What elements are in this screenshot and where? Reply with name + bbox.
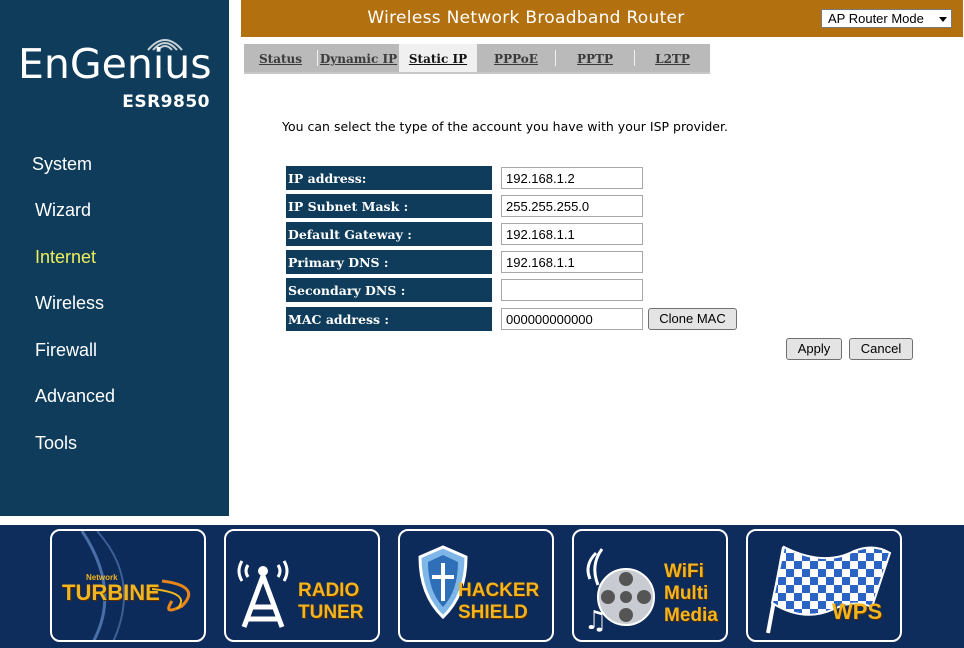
nav-wizard[interactable]: Wizard	[35, 200, 91, 221]
nav-wireless[interactable]: Wireless	[35, 293, 104, 314]
feature-wifi-multimedia: ♫ WiFi Multi Media	[572, 529, 728, 642]
media-line3: Media	[664, 605, 718, 626]
nav-firewall[interactable]: Firewall	[35, 340, 97, 361]
secondary-dns-input[interactable]	[501, 279, 643, 301]
feature-radio-tuner: RADIO TUNER	[224, 529, 380, 642]
sidebar: EnGenius ESR9850 System Wizard Internet …	[0, 0, 229, 516]
tab-bar: Status Dynamic IP Static IP PPPoE PPTP L…	[244, 44, 710, 74]
tab-dynamic-ip[interactable]: Dynamic IP	[318, 44, 399, 72]
nav-advanced[interactable]: Advanced	[35, 386, 115, 407]
film-reel-icon: ♫	[584, 548, 655, 635]
brand-logo: EnGenius	[18, 40, 212, 88]
default-gateway-label: Default Gateway :	[286, 222, 492, 246]
primary-dns-input[interactable]: 192.168.1.1	[501, 251, 643, 273]
mac-address-input[interactable]: 000000000000	[501, 308, 643, 330]
feature-wps: WPS	[746, 529, 902, 642]
mode-select-value: AP Router Mode	[828, 11, 924, 26]
cancel-button[interactable]: Cancel	[849, 338, 913, 360]
feature-turbine: Network TURBINE	[50, 529, 206, 642]
tab-static-ip[interactable]: Static IP	[399, 44, 477, 72]
intro-text: You can select the type of the account y…	[282, 119, 728, 134]
apply-button[interactable]: Apply	[786, 338, 842, 360]
nav-tools[interactable]: Tools	[35, 433, 77, 454]
page-title: Wireless Network Broadband Router	[367, 8, 685, 28]
ip-address-input[interactable]: 192.168.1.2	[501, 167, 643, 189]
tab-l2tp[interactable]: L2TP	[635, 44, 710, 72]
feature-banner: Network TURBINE RADIO TUNER HACKER SHIEL…	[0, 525, 964, 648]
header-bar: Wireless Network Broadband Router AP Rou…	[241, 0, 963, 37]
subnet-mask-label: IP Subnet Mask :	[286, 194, 492, 218]
radio-line2: TUNER	[298, 602, 364, 623]
tab-pppoe[interactable]: PPPoE	[477, 44, 555, 72]
mac-address-label: MAC address :	[286, 307, 492, 331]
media-line2: Multi	[664, 583, 709, 604]
turbine-label: TURBINE	[62, 580, 160, 605]
mode-select[interactable]: AP Router Mode	[821, 9, 952, 28]
radio-tower-icon	[237, 560, 289, 628]
nav-internet[interactable]: Internet	[35, 247, 96, 268]
model-name: ESR9850	[122, 92, 210, 112]
svg-text:♫: ♫	[584, 606, 607, 635]
clone-mac-button[interactable]: Clone MAC	[648, 308, 737, 330]
ip-address-label: IP address:	[286, 166, 492, 190]
wps-label: WPS	[832, 599, 883, 624]
default-gateway-input[interactable]: 192.168.1.1	[501, 223, 643, 245]
secondary-dns-label: Secondary DNS :	[286, 278, 492, 302]
primary-dns-label: Primary DNS :	[286, 250, 492, 274]
hacker-line1: HACKER	[458, 580, 540, 601]
hacker-line2: SHIELD	[458, 602, 528, 623]
feature-hacker-shield: HACKER SHIELD	[398, 529, 554, 642]
tab-pptp[interactable]: PPTP	[556, 44, 634, 72]
tab-status[interactable]: Status	[244, 44, 317, 72]
media-line1: WiFi	[664, 561, 704, 582]
subnet-mask-input[interactable]: 255.255.255.0	[501, 195, 643, 217]
chevron-down-icon	[939, 17, 947, 22]
nav-system[interactable]: System	[32, 154, 92, 175]
radio-line1: RADIO	[298, 580, 360, 601]
